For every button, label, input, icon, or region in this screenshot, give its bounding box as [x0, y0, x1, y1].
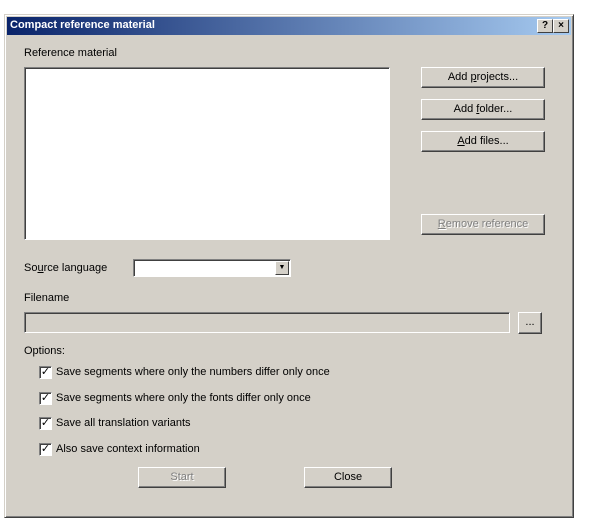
- option-fonts-checkbox[interactable]: ✓: [39, 392, 52, 405]
- title-bar[interactable]: Compact reference material ? ×: [7, 17, 571, 35]
- add-folder-button[interactable]: Add folder...: [421, 99, 545, 120]
- window-title: Compact reference material: [10, 19, 155, 31]
- option-variants-checkbox[interactable]: ✓: [39, 417, 52, 430]
- browse-button[interactable]: ...: [518, 312, 542, 334]
- remove-reference-button[interactable]: Remove reference: [421, 214, 545, 235]
- compact-reference-dialog: Compact reference material ? × Reference…: [4, 14, 574, 518]
- option-numbers-checkbox[interactable]: ✓: [39, 366, 52, 379]
- close-button[interactable]: Close: [304, 467, 392, 488]
- option-context-checkbox[interactable]: ✓: [39, 443, 52, 456]
- option-context-label: Also save context information: [56, 443, 200, 455]
- options-label: Options:: [24, 345, 65, 357]
- add-files-label: Add files...: [457, 135, 509, 147]
- add-projects-label: Add projects...: [447, 71, 519, 83]
- add-folder-label: Add folder...: [453, 103, 513, 115]
- source-language-select[interactable]: ▼: [133, 259, 291, 277]
- start-button[interactable]: Start: [138, 467, 226, 488]
- help-button[interactable]: ?: [537, 19, 553, 33]
- remove-reference-label: Remove reference: [437, 218, 529, 230]
- add-files-button[interactable]: Add files...: [421, 131, 545, 152]
- option-fonts-label: Save segments where only the fonts diffe…: [56, 392, 311, 404]
- option-variants-label: Save all translation variants: [56, 417, 191, 429]
- add-projects-button[interactable]: Add projects...: [421, 67, 545, 88]
- chevron-down-icon[interactable]: ▼: [275, 261, 289, 275]
- reference-material-list[interactable]: [24, 67, 390, 240]
- reference-material-label: Reference material: [24, 47, 117, 59]
- option-numbers-label: Save segments where only the numbers dif…: [56, 366, 330, 378]
- source-language-label: Source language: [24, 262, 108, 274]
- filename-label: Filename: [24, 292, 70, 304]
- close-window-button[interactable]: ×: [553, 19, 569, 33]
- filename-field[interactable]: [24, 312, 510, 333]
